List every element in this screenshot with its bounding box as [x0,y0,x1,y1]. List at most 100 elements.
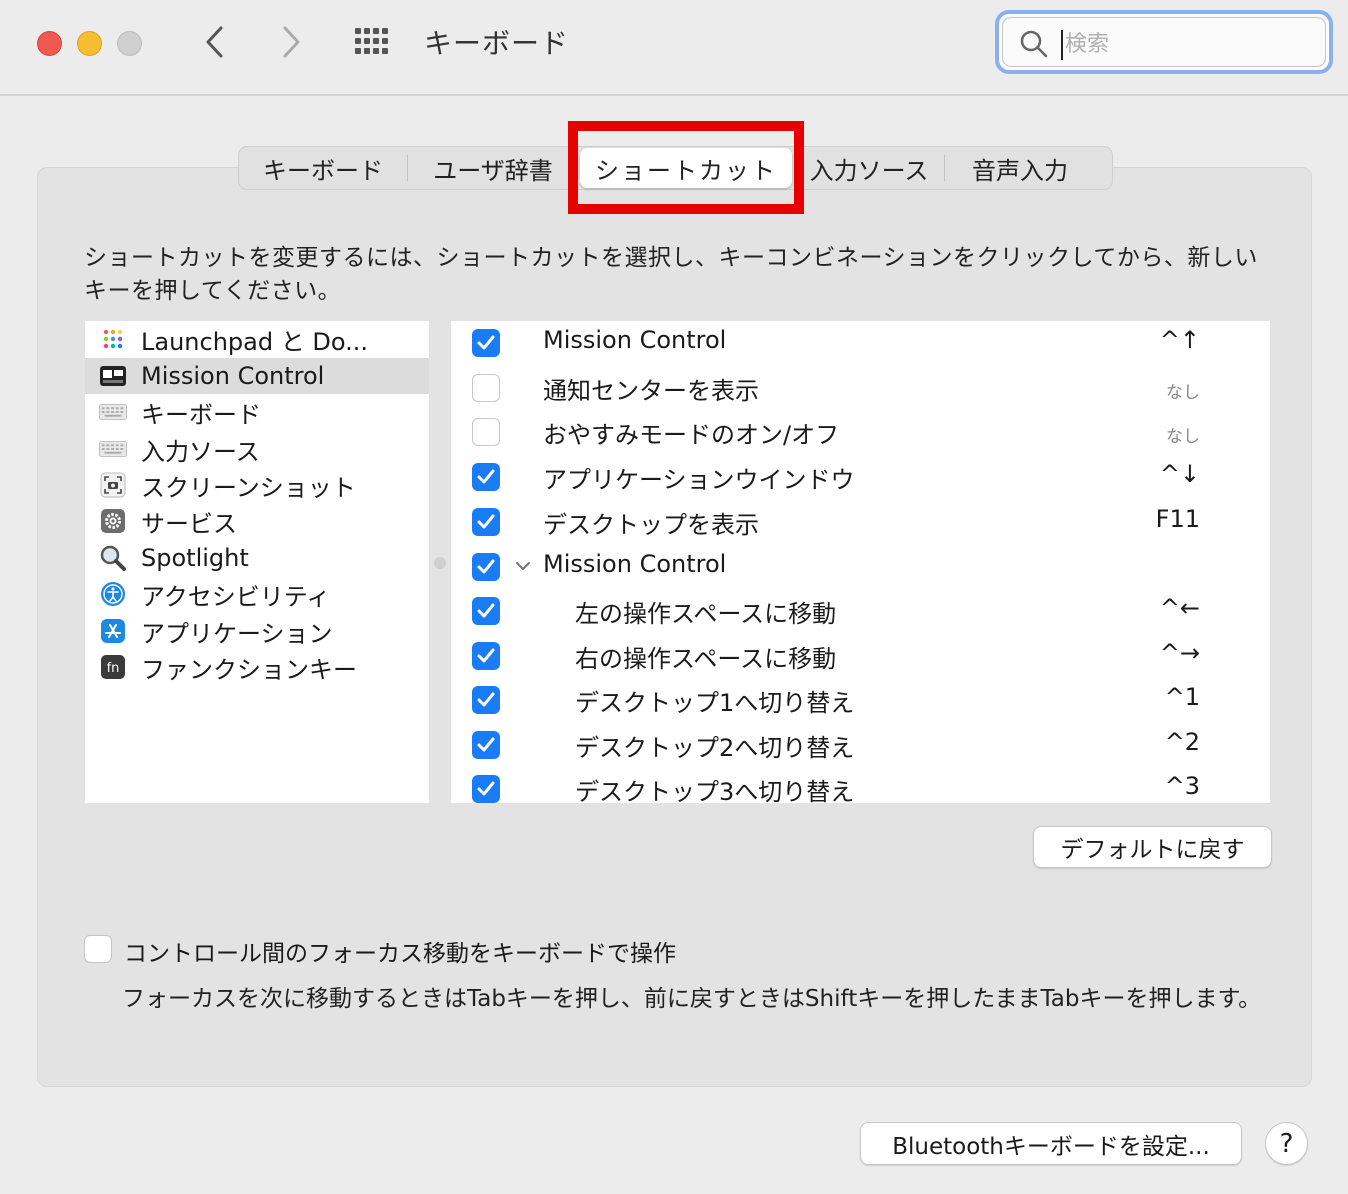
sidebar-item-input-sources[interactable]: 入力ソース [85,431,429,467]
shortcut-checkbox[interactable] [472,686,500,714]
checkmark-icon [477,559,495,574]
keyboard-navigation-checkbox[interactable] [84,935,112,963]
shortcut-label: アプリケーションウインドウ [543,466,855,494]
shortcut-checkbox[interactable] [472,463,500,491]
shortcut-checkbox[interactable] [472,329,500,357]
screenshot-icon [99,471,127,499]
shortcut-label: デスクトップ2へ切り替え [575,734,855,762]
shortcut-checkbox[interactable] [472,731,500,759]
table-row[interactable]: デスクトップを表示 F11 [451,500,1270,544]
sidebar-item-label: ファンクションキー [141,655,357,684]
shortcut-key[interactable]: F11 [1156,505,1200,533]
shortcut-key[interactable]: なし [1166,378,1200,403]
back-button[interactable] [196,22,236,62]
restore-defaults-button[interactable]: デフォルトに戻す [1033,826,1272,868]
category-list: Launchpad と Do... Mission Control キーボード [85,321,429,803]
search-icon [1020,30,1048,58]
help-button[interactable]: ? [1265,1122,1308,1165]
shortcut-label: デスクトップ3へ切り替え [575,778,855,803]
magnifier-icon [99,544,127,572]
chevron-right-icon [283,26,300,58]
sidebar-item-label: サービス [141,509,237,538]
shortcut-checkbox[interactable] [472,775,500,803]
sidebar-item-services[interactable]: サービス [85,503,429,539]
tab-dictation[interactable]: 音声入力 [945,147,1095,189]
shortcut-checkbox[interactable] [472,508,500,536]
fn-key-icon: fn [99,653,127,681]
mission-control-icon [99,362,127,390]
checkmark-icon [477,335,495,350]
chevron-down-icon[interactable] [514,559,532,573]
sidebar-item-launchpad[interactable]: Launchpad と Do... [85,321,429,357]
gear-icon [99,507,127,535]
table-row[interactable]: アプリケーションウインドウ ^↓ [451,455,1270,499]
tab-user-dictionary[interactable]: ユーザ辞書 [408,147,578,189]
close-window-button[interactable] [37,31,62,56]
checkmark-icon [477,469,495,484]
zoom-window-button[interactable] [117,31,142,56]
table-row-group[interactable]: Mission Control [451,545,1270,589]
shortcut-checkbox[interactable] [472,642,500,670]
show-all-button[interactable] [353,24,393,60]
accessibility-icon [99,580,127,608]
chevron-left-icon [206,26,223,58]
app-store-icon [99,617,127,645]
window-title: キーボード [424,27,570,60]
keyboard-navigation-description: フォーカスを次に移動するときはTabキーを押し、前に戻すときはShiftキーを押… [122,986,1262,1012]
setup-bluetooth-keyboard-button[interactable]: Bluetoothキーボードを設定... [860,1122,1242,1165]
checkmark-icon [477,514,495,529]
sidebar-item-label: Launchpad と Do... [141,327,368,356]
launchpad-icon [99,325,127,353]
shortcut-group-label: Mission Control [543,550,727,578]
checkmark-icon [477,648,495,663]
shortcut-key[interactable]: ^↓ [1160,460,1200,488]
shortcut-key[interactable]: ^→ [1160,639,1200,667]
tab-shortcuts[interactable]: ショートカット [580,148,792,188]
shortcut-key[interactable]: なし [1166,422,1200,447]
table-row[interactable]: デスクトップ1へ切り替え ^1 [451,678,1270,722]
table-row[interactable]: 左の操作スペースに移動 ^← [451,589,1270,633]
minimize-window-button[interactable] [77,31,102,56]
shortcut-label: デスクトップを表示 [543,511,759,539]
shortcut-key[interactable]: ^↑ [1160,326,1200,354]
shortcut-key[interactable]: ^1 [1165,683,1200,711]
keyboard-icon [99,398,127,426]
sidebar-item-spotlight[interactable]: Spotlight [85,540,429,576]
sidebar-item-applications[interactable]: アプリケーション [85,613,429,649]
sidebar-item-label: Mission Control [141,362,325,390]
table-row[interactable]: Mission Control ^↑ [451,321,1270,365]
shortcut-table: Mission Control ^↑ 通知センターを表示 なし おやすみモードの… [451,321,1270,803]
shortcut-key[interactable]: ^3 [1165,772,1200,800]
shortcut-checkbox[interactable] [472,597,500,625]
sidebar-item-screenshots[interactable]: スクリーンショット [85,467,429,503]
shortcut-checkbox[interactable] [472,553,500,581]
shortcut-checkbox[interactable] [472,374,500,402]
sidebar-item-label: キーボード [141,400,261,429]
shortcut-checkbox[interactable] [472,418,500,446]
sidebar-item-mission-control[interactable]: Mission Control [85,358,429,394]
table-row[interactable]: おやすみモードのオン/オフ なし [451,410,1270,454]
text-cursor [1061,30,1063,60]
checkmark-icon [477,692,495,707]
sidebar-item-accessibility[interactable]: アクセシビリティ [85,576,429,612]
table-row[interactable]: デスクトップ2へ切り替え ^2 [451,723,1270,767]
sidebar-item-label: アクセシビリティ [141,582,331,611]
tab-input-sources[interactable]: 入力ソース [794,147,944,189]
shortcut-label: Mission Control [543,326,727,354]
sidebar-item-keyboard[interactable]: キーボード [85,394,429,430]
shortcut-key[interactable]: ^2 [1165,728,1200,756]
split-view-handle[interactable] [434,557,446,569]
shortcut-label: デスクトップ1へ切り替え [575,689,855,717]
table-row[interactable]: 通知センターを表示 なし [451,366,1270,410]
input-source-icon [99,435,127,463]
title-bar: キーボード [0,0,1348,96]
shortcut-key[interactable]: ^← [1160,594,1200,622]
tab-keyboard[interactable]: キーボード [239,147,407,189]
sidebar-item-function-keys[interactable]: fn ファンクションキー [85,649,429,685]
forward-button[interactable] [272,22,312,62]
search-field[interactable] [995,10,1333,74]
instructions-text: ショートカットを変更するには、ショートカットを選択し、キーコンビネーションをクリ… [84,245,1258,304]
search-input[interactable] [1065,27,1305,61]
table-row[interactable]: 右の操作スペースに移動 ^→ [451,634,1270,678]
table-row[interactable]: デスクトップ3へ切り替え ^3 [451,767,1270,803]
